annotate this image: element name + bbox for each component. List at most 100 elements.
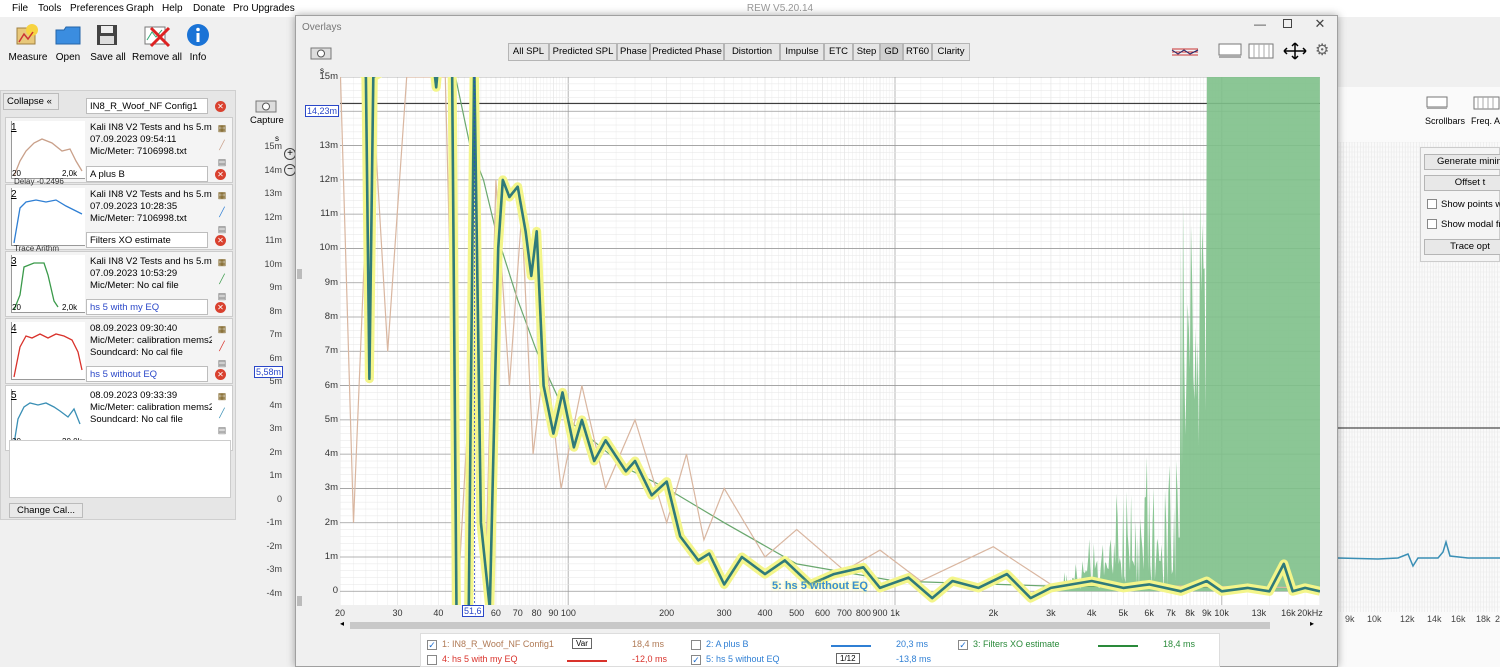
gear-icon[interactable]: ⚙ [1315,43,1333,61]
measurement-name-input[interactable]: IN8_R_Woof_NF Config1 [86,98,208,114]
close-icon[interactable]: ✕ [1313,16,1327,30]
y-tick-label: 12m [300,174,338,185]
save-all-button[interactable]: Save all [80,22,136,63]
show-modal-checkbox[interactable] [1427,219,1437,229]
change-cal-button[interactable]: Change Cal... [9,503,83,518]
trace-color-icon[interactable]: ╱ [216,408,228,419]
offset-label: Offset t [1455,177,1485,188]
camera-icon[interactable] [255,97,277,113]
tab-all-spl[interactable]: All SPL [508,43,549,61]
scroll-right-icon[interactable]: ▸ [1310,619,1314,628]
scroll-left-icon[interactable]: ◂ [340,619,344,628]
measurement-name-input[interactable]: hs 5 with my EQ [86,299,208,315]
tab-impulse[interactable]: Impulse [780,43,824,61]
delete-measurement-icon[interactable]: ✕ [215,302,226,313]
horizontal-scrollbar[interactable]: ◂ ▸ [340,621,1320,630]
left-resize-handle-bottom[interactable] [297,596,302,606]
trace-options-button[interactable]: Trace opt [1424,239,1500,255]
maximize-icon[interactable] [1283,19,1292,28]
fit-all-arrows-icon[interactable] [1282,42,1308,60]
scrollbars-icon[interactable] [1426,96,1448,110]
delete-measurement-icon[interactable]: ✕ [215,101,226,112]
trace-visibility-checkbox[interactable]: ✓ [691,655,701,665]
menu-help[interactable]: Help [162,3,183,14]
measurement-line-1: Kali IN8 V2 Tests and hs 5.mdat [90,256,212,267]
graph-settings-icon[interactable]: ▦ [216,324,228,335]
notes-icon[interactable]: ▤ [216,425,228,436]
trace-color-icon[interactable]: ╱ [216,274,228,285]
tab-etc[interactable]: ETC [824,43,853,61]
tab-rt60[interactable]: RT60 [903,43,932,61]
measurement-name-input[interactable]: hs 5 without EQ [86,366,208,382]
menu-pro-upgrades[interactable]: Pro Upgrades [233,3,295,14]
measurement-line-1: 08.09.2023 09:33:39 [90,390,212,401]
measurement-number: 2 [11,189,17,200]
delete-measurement-icon[interactable]: ✕ [215,169,226,180]
delete-measurement-icon[interactable]: ✕ [215,369,226,380]
trace-color-icon[interactable]: ╱ [216,207,228,218]
x-tick-label: 8k [1185,608,1195,618]
trace-color-icon[interactable]: ╱ [216,341,228,352]
trace-visibility-checkbox[interactable]: ✓ [958,640,968,650]
smoothing-badge[interactable]: Var [572,638,592,649]
camera-icon[interactable] [310,45,332,60]
minimize-icon[interactable]: — [1253,17,1267,31]
freq-axis-toggle-icon[interactable] [1248,43,1274,59]
measurement-name-input[interactable]: Filters XO estimate [86,232,208,248]
measurement-number: 3 [11,256,17,267]
back-y-tick-label: 13m [250,188,282,198]
trace-visibility-checkbox[interactable]: ✓ [427,640,437,650]
trace-delay-value: -12,0 ms [632,654,667,664]
scrollbar-thumb[interactable] [350,622,1270,629]
tab-clarity[interactable]: Clarity [932,43,970,61]
menu-tools[interactable]: Tools [38,3,61,14]
graph-settings-icon[interactable]: ▦ [216,190,228,201]
freq-axis-icon[interactable] [1473,96,1500,110]
back-y-tick-label: 3m [250,423,282,433]
menu-donate[interactable]: Donate [193,3,225,14]
collapse-button[interactable]: Collapse « [3,93,59,110]
x-tick-label: 500 [789,608,804,618]
tab-step[interactable]: Step [853,43,880,61]
menu-file[interactable]: File [12,3,28,14]
menu-preferences[interactable]: Preferences [70,3,124,14]
notes-icon[interactable]: ▤ [216,291,228,302]
notes-icon[interactable]: ▤ [216,358,228,369]
thumb-axis-right: 2,0k [62,303,77,312]
menu-graph[interactable]: Graph [126,3,154,14]
show-points-checkbox[interactable] [1427,199,1437,209]
delete-measurement-icon[interactable]: ✕ [215,235,226,246]
back-y-tick-label: 14m [250,165,282,175]
trace-color-icon[interactable]: ╱ [216,140,228,151]
tab-predicted-spl[interactable]: Predicted SPL [549,43,617,61]
graph-settings-icon[interactable]: ▦ [216,123,228,134]
save-all-label: Save all [90,52,126,63]
graph-settings-icon[interactable]: ▦ [216,257,228,268]
y-tick-label: 5m [300,414,338,425]
back-y-tick-label: 4m [250,400,282,410]
group-delay-plot[interactable] [340,77,1320,605]
smoothing-badge[interactable]: 1/12 [836,653,860,664]
y-tick-label: 7m [300,345,338,356]
back-x-tick-label: 10k [1367,614,1382,624]
trace-visibility-checkbox[interactable] [691,640,701,650]
x-tick-label: 2k [989,608,999,618]
generate-minimum-phase-button[interactable]: Generate minim [1424,154,1500,170]
notes-icon[interactable]: ▤ [216,224,228,235]
tab-gd[interactable]: GD [880,43,903,61]
right-partial-window: Scrollbars Freq. Ax [1338,87,1500,667]
tab-phase[interactable]: Phase [617,43,650,61]
scrollbars-toggle-icon[interactable] [1218,43,1242,59]
info-button[interactable]: Info [170,22,226,63]
info-label: Info [190,52,207,63]
notes-icon[interactable]: ▤ [216,157,228,168]
measurement-name-input[interactable]: A plus B [86,166,208,182]
trace-visibility-checkbox[interactable] [427,655,437,665]
trace-arrange-icon[interactable] [1170,44,1200,60]
tab-predicted-phase[interactable]: Predicted Phase [650,43,724,61]
cursor-y-readout: 14,23m [305,105,339,117]
info-icon [184,22,212,48]
offset-button[interactable]: Offset t [1424,175,1500,191]
tab-distortion[interactable]: Distortion [724,43,780,61]
graph-settings-icon[interactable]: ▦ [216,391,228,402]
